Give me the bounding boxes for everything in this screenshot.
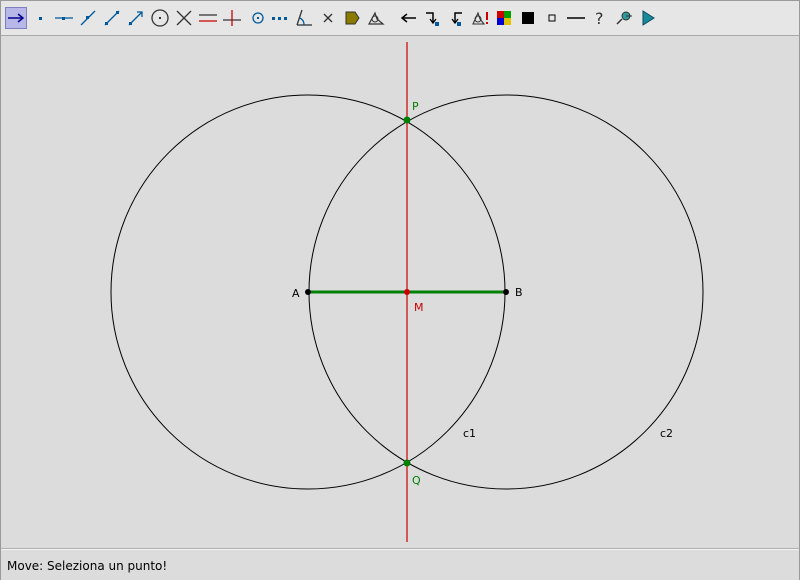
parallel-line-icon[interactable] (197, 7, 219, 29)
play-icon[interactable] (637, 7, 659, 29)
angle-icon[interactable] (293, 7, 315, 29)
label-P: P (412, 100, 419, 113)
midpoint-icon[interactable] (247, 7, 269, 29)
small-square-icon[interactable] (541, 7, 563, 29)
label-c2: c2 (660, 427, 673, 440)
point-M[interactable] (404, 289, 410, 295)
svg-text:?: ? (595, 9, 604, 28)
redo-back-icon[interactable] (445, 7, 467, 29)
point-Q[interactable] (403, 459, 411, 467)
geometry-app-window: ? A B M P Q c1 c2 Move: Seleziona un pun… (0, 0, 800, 580)
delete-icon[interactable] (317, 7, 339, 29)
fill-polygon-icon[interactable] (341, 7, 363, 29)
label-Q: Q (412, 474, 421, 487)
label-A: A (292, 287, 300, 300)
line-through-two-points-icon[interactable] (53, 7, 75, 29)
status-bar: Move: Seleziona un punto! (1, 549, 799, 580)
measure-icon[interactable] (365, 7, 387, 29)
filled-square-icon[interactable] (517, 7, 539, 29)
circle-icon[interactable] (149, 7, 171, 29)
status-message: Move: Seleziona un punto! (7, 559, 168, 573)
help-icon[interactable]: ? (589, 7, 611, 29)
color-palette-icon[interactable] (493, 7, 515, 29)
intersect-icon[interactable] (173, 7, 195, 29)
move-arrow-icon[interactable] (5, 7, 27, 29)
point-icon[interactable] (29, 7, 51, 29)
label-c1: c1 (463, 427, 476, 440)
label-B: B (515, 286, 523, 299)
point-A[interactable] (305, 289, 311, 295)
label-M: M (414, 301, 424, 314)
line-style-icon[interactable] (565, 7, 587, 29)
construction-figure: A B M P Q c1 c2 (110, 42, 704, 542)
segment-icon[interactable] (77, 7, 99, 29)
perpendicular-line-icon[interactable] (221, 7, 243, 29)
locus-icon[interactable] (269, 7, 291, 29)
ray-icon[interactable] (101, 7, 123, 29)
zoom-icon[interactable] (613, 7, 635, 29)
undo-icon[interactable] (397, 7, 419, 29)
point-P[interactable] (403, 116, 411, 124)
vector-icon[interactable] (125, 7, 147, 29)
drawing-canvas[interactable]: A B M P Q c1 c2 (1, 36, 799, 549)
macro-icon[interactable] (469, 7, 491, 29)
point-B[interactable] (503, 289, 509, 295)
toolbar: ? (1, 1, 799, 36)
redo-forward-icon[interactable] (421, 7, 443, 29)
